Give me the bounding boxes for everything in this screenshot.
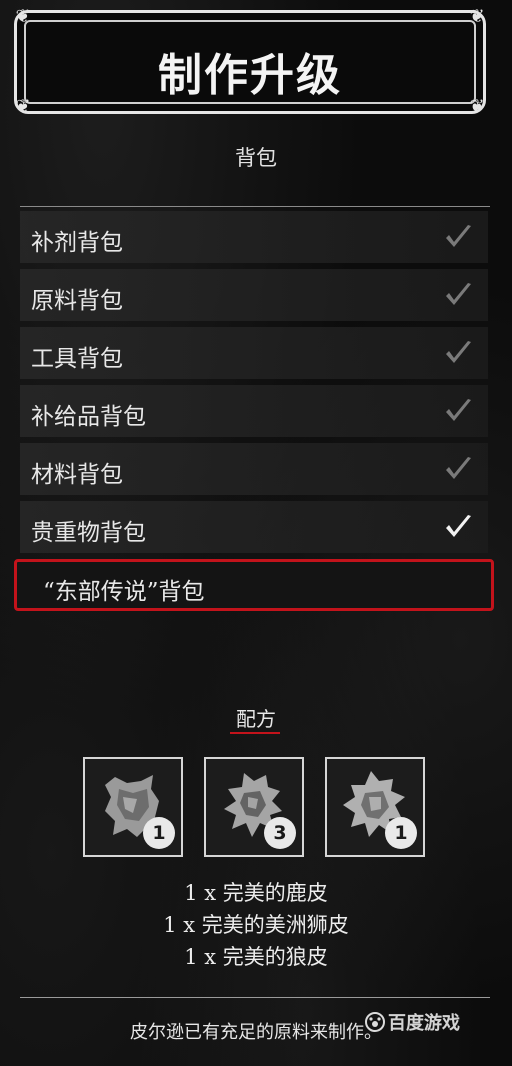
bag-item-label: 原料背包: [31, 288, 123, 314]
watermark-text: 百度游戏: [388, 1013, 460, 1034]
check-icon: [446, 225, 471, 247]
ingredient-slot-wolf-pelt[interactable]: 1: [325, 757, 425, 857]
ingredient-requirements: 1 x 完美的鹿皮 1 x 完美的美洲狮皮 1 x 完美的狼皮: [0, 877, 512, 973]
bag-item-legend-of-the-east-satchel[interactable]: “东部传说”背包: [14, 559, 494, 611]
bag-item-kit-satchel[interactable]: 工具背包: [20, 327, 488, 379]
bag-item-label: 材料背包: [31, 462, 123, 488]
recipe-underline: [230, 732, 280, 734]
bag-item-valuables-satchel[interactable]: 贵重物背包: [20, 501, 488, 553]
ingredient-slot-deer-pelt[interactable]: 1: [83, 757, 183, 857]
watermark: 百度游戏: [364, 1009, 460, 1035]
check-icon: [446, 457, 471, 479]
title-frame: ❦ ❦ ❦ ❦ 制作升级: [14, 6, 486, 117]
ingredient-slot-cougar-pelt[interactable]: 3: [204, 757, 304, 857]
requirement-line: 1 x 完美的美洲狮皮: [163, 913, 349, 937]
ingredient-count-badge: 1: [143, 817, 175, 849]
paw-logo-icon: [365, 1012, 385, 1032]
divider: [20, 206, 490, 207]
check-icon: [446, 341, 471, 363]
ingredient-slots: 1 3 1: [83, 757, 428, 859]
ingredient-count-badge: 1: [385, 817, 417, 849]
requirement-line: 1 x 完美的鹿皮: [184, 881, 328, 905]
bag-list: 补剂背包 原料背包 工具背包 补给品背包 材料背包 贵重物背包 “东部传说”背包: [14, 211, 494, 617]
bag-item-ingredients-satchel[interactable]: 原料背包: [20, 269, 488, 321]
divider: [20, 997, 490, 998]
bag-item-materials-satchel[interactable]: 材料背包: [20, 443, 488, 495]
ornament-corner-icon: ❦: [469, 6, 485, 27]
page-title: 制作升级: [158, 50, 342, 101]
check-icon: [446, 515, 471, 537]
recipe-section-label: 配方: [236, 707, 276, 731]
bag-item-provisions-satchel[interactable]: 补给品背包: [20, 385, 488, 437]
bag-item-label: 工具背包: [31, 346, 123, 372]
bag-item-label: 补剂背包: [31, 230, 123, 256]
bags-section-label: 背包: [235, 146, 277, 170]
requirement-line: 1 x 完美的狼皮: [184, 945, 328, 969]
ornament-corner-icon: ❦: [15, 6, 31, 27]
bag-item-label: “东部传说”背包: [43, 579, 205, 605]
check-icon: [446, 283, 471, 305]
bag-item-label: 贵重物背包: [31, 520, 146, 546]
check-icon: [446, 399, 471, 421]
ingredient-count-badge: 3: [264, 817, 296, 849]
bag-item-tonic-satchel[interactable]: 补剂背包: [20, 211, 488, 263]
bag-item-label: 补给品背包: [31, 404, 146, 430]
